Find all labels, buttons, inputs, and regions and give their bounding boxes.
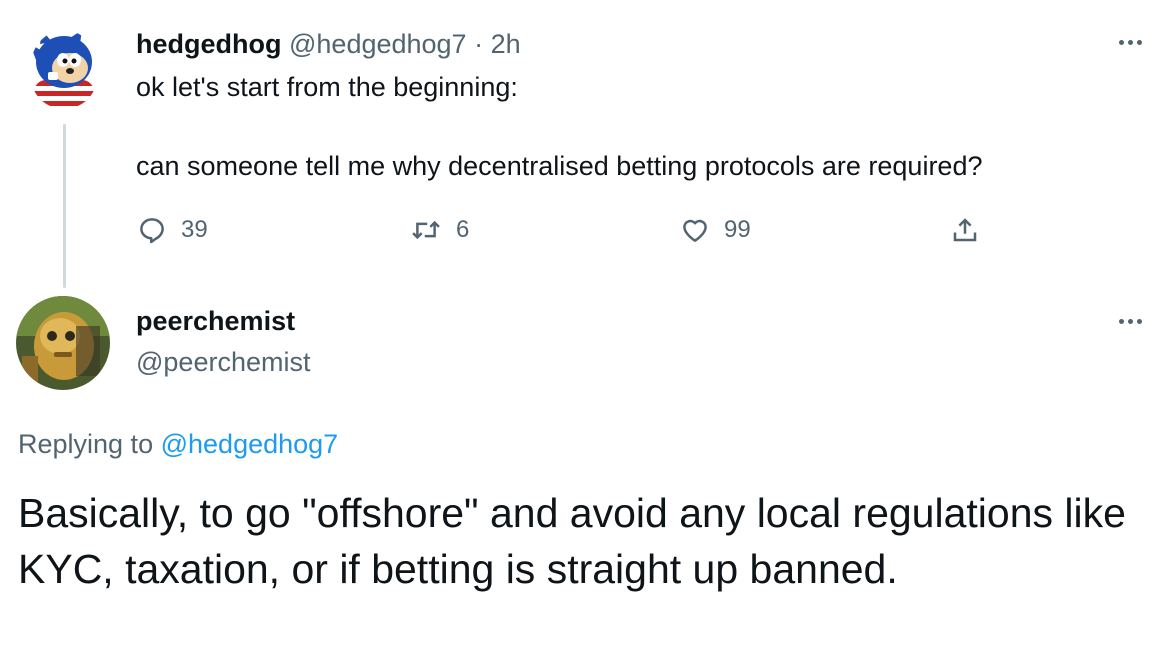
dot-icon <box>1127 39 1133 45</box>
retweet-icon <box>412 220 440 240</box>
tweet2-body-text: Basically, to go "offshore" and avoid an… <box>18 490 1126 592</box>
tweet1-header: hedgedhog @hedgedhog7 · 2h <box>136 28 521 60</box>
share-button[interactable] <box>950 212 980 248</box>
tweet-thread: hedgedhog @hedgedhog7 · 2h ok let's star… <box>0 0 1172 672</box>
replying-to-line: Replying to @hedgedhog7 <box>18 427 338 461</box>
tweet2-more-button[interactable] <box>1110 311 1150 331</box>
heart-icon <box>683 219 707 242</box>
replying-to-label: Replying to <box>18 429 154 459</box>
hedgehog-avatar-icon <box>30 30 98 108</box>
tweet1-separator: · <box>474 29 484 59</box>
tweet1-handle[interactable]: @hedgedhog7 <box>289 29 467 59</box>
tweet1-timestamp[interactable]: 2h <box>491 29 521 59</box>
dot-icon <box>1118 318 1124 324</box>
like-count: 99 <box>724 216 751 243</box>
dot-icon <box>1127 318 1133 324</box>
robot-avatar-icon <box>16 296 110 390</box>
tweet1-text-line1: ok let's start from the beginning: <box>136 72 518 102</box>
reply-icon <box>140 218 164 244</box>
tweet2-display-name[interactable]: peerchemist <box>136 305 295 337</box>
retweet-count: 6 <box>456 216 470 243</box>
dot-icon <box>1118 39 1124 45</box>
hedgedhog-avatar[interactable] <box>30 30 98 108</box>
replying-to-link[interactable]: @hedgedhog7 <box>161 429 339 459</box>
retweet-button[interactable]: 6 <box>410 212 469 248</box>
reply-button[interactable]: 39 <box>137 212 208 248</box>
dot-icon <box>1136 318 1142 324</box>
thread-connector-line <box>63 124 66 288</box>
reply-count: 39 <box>181 216 208 243</box>
tweet1-more-button[interactable] <box>1110 32 1150 52</box>
tweet1-display-name[interactable]: hedgedhog <box>136 29 281 59</box>
tweet1-text-line2: can someone tell me why decentralised be… <box>136 151 983 181</box>
peerchemist-avatar[interactable] <box>16 296 110 390</box>
share-icon <box>953 218 977 242</box>
like-button[interactable]: 99 <box>680 212 751 248</box>
tweet2-handle[interactable]: @peerchemist <box>136 346 310 378</box>
dot-icon <box>1136 39 1142 45</box>
